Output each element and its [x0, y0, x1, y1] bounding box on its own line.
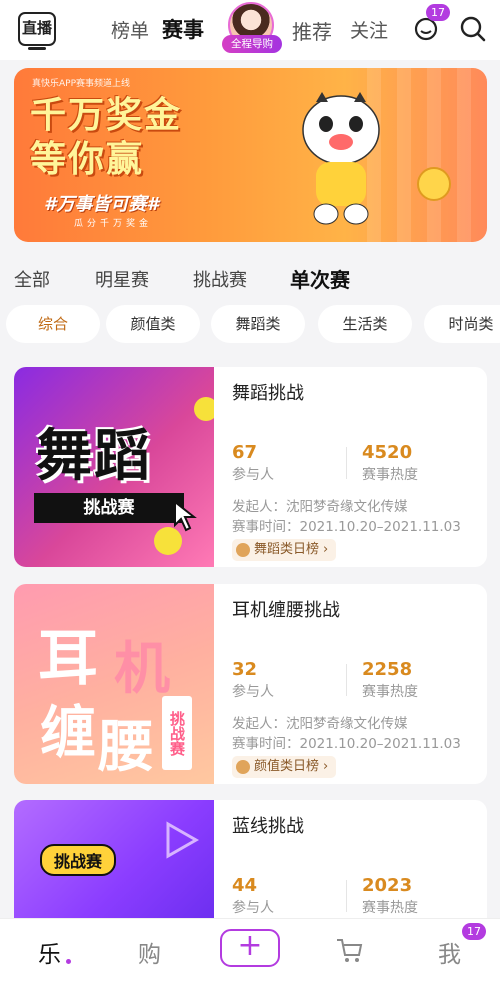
promo-banner[interactable]: 真快乐APP赛事频道上线 千万奖金 等你赢 #万事皆可赛# 瓜分千万奖金 — [14, 68, 487, 242]
pill-looks[interactable]: 颜值类 — [106, 305, 200, 343]
event-thumbnail: 挑战赛 — [14, 800, 214, 918]
top-bar: 直播 榜单 赛事 全程导购 推荐 关注 17 — [0, 0, 500, 60]
tab-recommend[interactable]: 推荐 — [292, 16, 332, 45]
medal-icon — [236, 760, 250, 774]
pill-dance[interactable]: 舞蹈类 — [211, 305, 305, 343]
tab-follow[interactable]: 关注 — [350, 16, 388, 43]
cursor-icon — [174, 499, 197, 532]
event-time: 赛事时间：2021.10.20–2021.11.03 — [232, 736, 461, 752]
banner-title-line2: 等你赢 — [30, 139, 145, 180]
participants-label: 参与人 — [232, 900, 274, 916]
pill-fashion[interactable]: 时尚类 — [424, 305, 500, 343]
thumb-tag: 挑战赛 — [162, 696, 192, 770]
heat-count: 2258 — [362, 659, 413, 680]
banner-title: 千万奖金 等你赢 — [30, 94, 182, 182]
heat-label: 赛事热度 — [362, 684, 418, 700]
banner-title-line1: 千万奖金 — [30, 95, 183, 136]
nav-home[interactable]: 乐 — [38, 935, 61, 969]
tiger-mascot-icon — [302, 92, 380, 225]
event-title: 蓝线挑战 — [232, 816, 304, 837]
banner-top-text: 真快乐APP赛事频道上线 — [32, 79, 131, 89]
active-dot — [66, 959, 71, 964]
pill-overall[interactable]: 综合 — [6, 305, 100, 343]
message-icon[interactable]: 17 — [412, 4, 450, 44]
participants-label: 参与人 — [232, 684, 274, 700]
event-title: 耳机缠腰挑战 — [232, 600, 340, 621]
filter-tab-star[interactable]: 明星赛 — [95, 266, 149, 292]
play-icon — [166, 821, 200, 859]
search-icon[interactable] — [458, 14, 488, 44]
thumb-char: 腰 — [98, 715, 154, 780]
nav-shop[interactable]: 购 — [138, 935, 161, 969]
cart-icon[interactable] — [334, 935, 364, 965]
event-title: 舞蹈挑战 — [232, 383, 304, 404]
thumb-title: 舞蹈 — [36, 424, 152, 489]
coin-icon — [417, 167, 451, 201]
thumb-char: 机 — [114, 637, 170, 702]
heat-label: 赛事热度 — [362, 467, 418, 483]
rank-chip[interactable]: 舞蹈类日榜 › — [232, 539, 337, 561]
guide-label: 全程导购 — [222, 35, 282, 53]
banner-slogan: #万事皆可赛# — [44, 194, 160, 215]
medal-icon — [236, 543, 250, 557]
thumb-char: 耳 — [38, 624, 98, 694]
decor-dot — [194, 397, 214, 421]
create-button[interactable]: + — [220, 929, 280, 967]
heat-count: 2023 — [362, 875, 413, 896]
thumb-char: 缠 — [40, 701, 96, 766]
participants-count: 44 — [232, 875, 258, 896]
guide-avatar[interactable]: 全程导购 — [222, 2, 282, 54]
filter-tab-challenge[interactable]: 挑战赛 — [193, 266, 247, 292]
thumb-label: 挑战赛 — [40, 844, 117, 876]
heat-label: 赛事热度 — [362, 900, 418, 916]
divider — [346, 447, 347, 479]
divider — [346, 664, 347, 696]
rank-label: 舞蹈类日榜 — [254, 542, 320, 557]
chevron-right-icon: › — [323, 759, 329, 774]
nav-me[interactable]: 我 — [438, 935, 461, 969]
event-thumbnail: 舞蹈 挑战赛 — [14, 367, 214, 567]
participants-count: 67 — [232, 442, 258, 463]
rank-chip[interactable]: 颜值类日榜 › — [232, 756, 337, 778]
message-badge: 17 — [426, 4, 450, 21]
event-thumbnail: 耳 机 缠 腰 挑战赛 — [14, 584, 214, 784]
organizer: 发起人：沈阳梦奇缘文化传媒 — [232, 499, 408, 515]
chevron-right-icon: › — [323, 542, 329, 557]
heat-count: 4520 — [362, 442, 413, 463]
tab-rankings[interactable]: 榜单 — [111, 16, 149, 43]
event-card[interactable]: 舞蹈 挑战赛 舞蹈挑战 67 参与人 4520 赛事热度 发起人：沈阳梦奇缘文化… — [14, 367, 487, 567]
tab-events[interactable]: 赛事 — [162, 14, 204, 44]
banner-subtext: 瓜分千万奖金 — [74, 219, 153, 229]
bottom-nav: 乐 购 + 我 17 — [0, 918, 500, 999]
event-card[interactable]: 挑战赛 蓝线挑战 44 参与人 2023 赛事热度 — [14, 800, 487, 918]
filter-tab-single[interactable]: 单次赛 — [290, 264, 350, 293]
pill-life[interactable]: 生活类 — [318, 305, 412, 343]
participants-label: 参与人 — [232, 467, 274, 483]
filter-tab-all[interactable]: 全部 — [14, 266, 50, 292]
divider — [346, 880, 347, 912]
event-card[interactable]: 耳 机 缠 腰 挑战赛 耳机缠腰挑战 32 参与人 2258 赛事热度 发起人：… — [14, 584, 487, 784]
live-tv-icon[interactable]: 直播 — [18, 12, 56, 50]
organizer: 发起人：沈阳梦奇缘文化传媒 — [232, 716, 408, 732]
event-time: 赛事时间：2021.10.20–2021.11.03 — [232, 519, 461, 535]
thumb-label: 挑战赛 — [34, 493, 184, 523]
participants-count: 32 — [232, 659, 258, 680]
rank-label: 颜值类日榜 — [254, 759, 320, 774]
me-badge: 17 — [462, 923, 486, 940]
